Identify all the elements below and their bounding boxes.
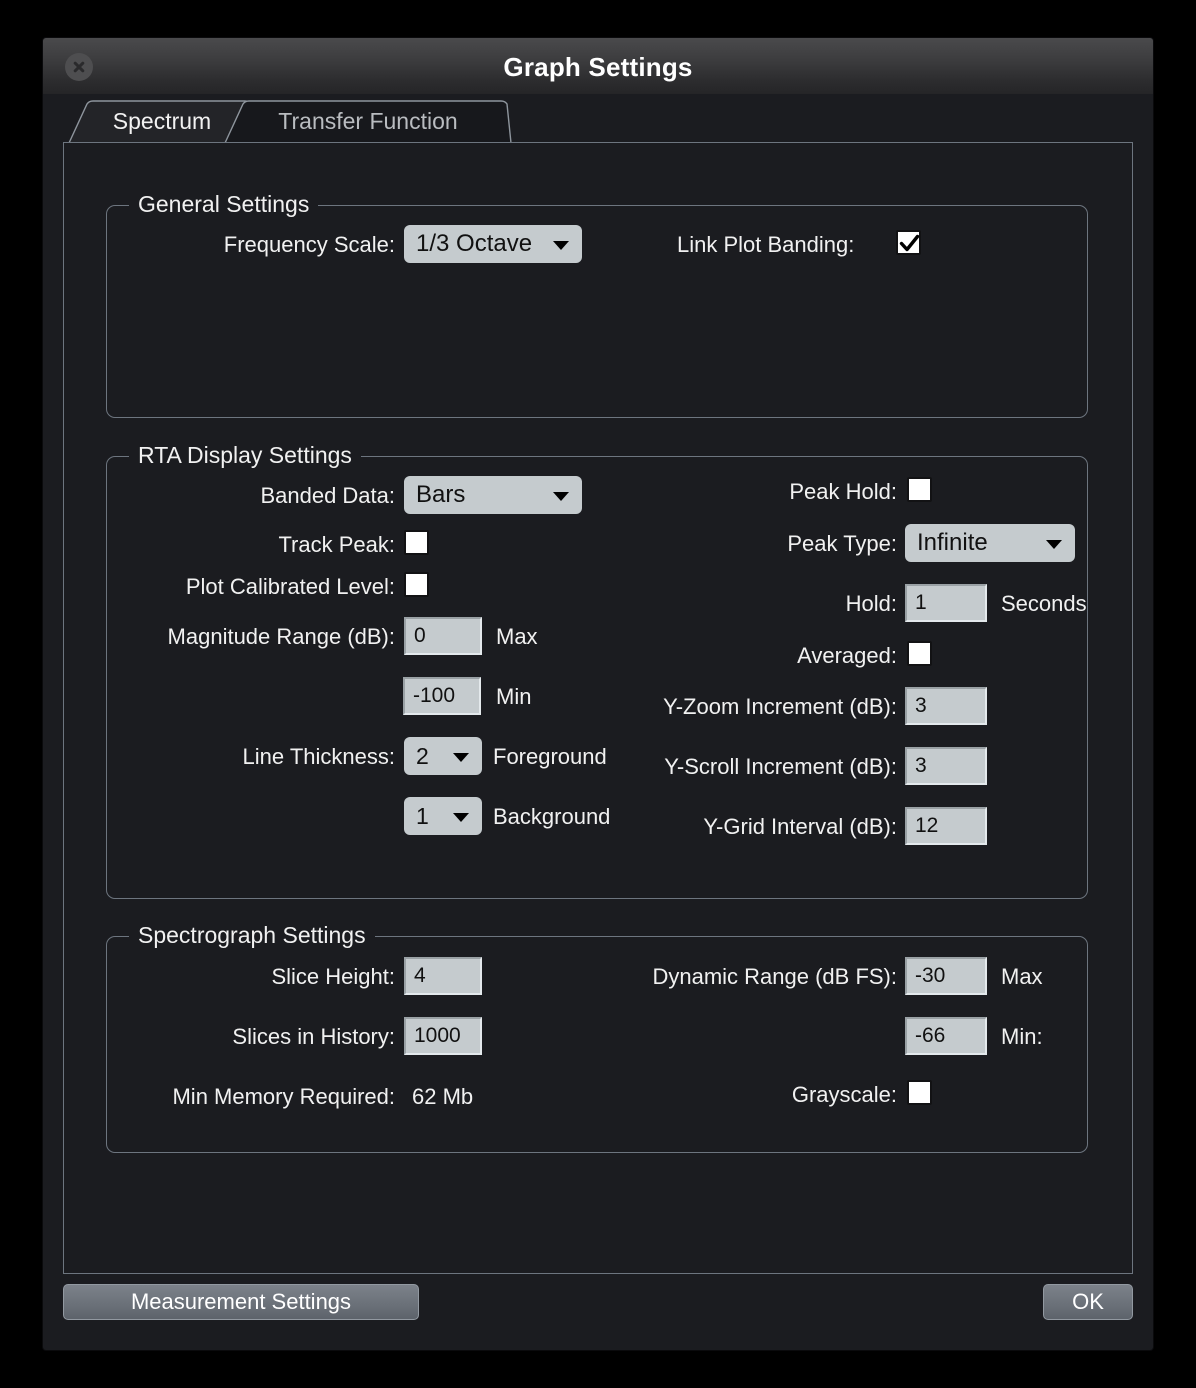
track-peak-checkbox[interactable] <box>404 530 429 555</box>
averaged-label: Averaged: <box>577 643 897 669</box>
plot-calibrated-level-label: Plot Calibrated Level: <box>137 574 395 600</box>
rta-display-settings-group: RTA Display Settings Banded Data: Bars T… <box>106 456 1088 899</box>
grayscale-checkbox[interactable] <box>907 1080 932 1105</box>
chevron-down-icon <box>553 492 569 501</box>
tab-transfer-function[interactable]: Transfer Function <box>223 100 513 144</box>
hold-units-label: Seconds <box>1001 591 1087 617</box>
y-grid-interval-input[interactable]: 12 <box>905 807 987 845</box>
y-grid-interval-value: 12 <box>915 814 938 838</box>
page-title: Graph Settings <box>43 52 1153 83</box>
averaged-checkbox[interactable] <box>907 641 932 666</box>
y-scroll-increment-value: 3 <box>915 754 927 778</box>
general-settings-legend: General Settings <box>129 191 318 218</box>
dynamic-range-max-label: Max <box>1001 964 1043 990</box>
rta-display-settings-legend: RTA Display Settings <box>129 442 361 469</box>
hold-input[interactable]: 1 <box>905 584 987 622</box>
slices-in-history-value: 1000 <box>414 1024 461 1048</box>
link-plot-banding-checkbox[interactable] <box>896 230 921 255</box>
ok-button[interactable]: OK <box>1043 1284 1133 1320</box>
peak-hold-checkbox[interactable] <box>907 477 932 502</box>
dynamic-range-min-value: -66 <box>915 1024 945 1048</box>
line-thickness-background-dropdown[interactable]: 1 <box>404 797 482 835</box>
measurement-settings-button[interactable]: Measurement Settings <box>63 1284 419 1320</box>
slices-in-history-input[interactable]: 1000 <box>404 1017 482 1055</box>
frequency-scale-label: Frequency Scale: <box>137 232 395 258</box>
plot-calibrated-level-checkbox[interactable] <box>404 572 429 597</box>
hold-label: Hold: <box>577 591 897 617</box>
line-thickness-label: Line Thickness: <box>137 744 395 770</box>
y-grid-interval-label: Y-Grid Interval (dB): <box>577 814 897 840</box>
dynamic-range-label: Dynamic Range (dB FS): <box>527 964 897 990</box>
ok-button-label: OK <box>1072 1289 1104 1315</box>
dynamic-range-max-value: -30 <box>915 964 945 988</box>
magnitude-range-label: Magnitude Range (dB): <box>127 624 395 650</box>
slice-height-value: 4 <box>414 964 426 988</box>
magnitude-range-max-input[interactable]: 0 <box>404 617 482 655</box>
graph-settings-dialog: Graph Settings Spectrum Transfer Functio… <box>43 38 1153 1350</box>
dynamic-range-min-label: Min: <box>1001 1024 1043 1050</box>
spectrograph-settings-legend: Spectrograph Settings <box>129 922 375 949</box>
line-thickness-foreground-value: 2 <box>416 743 429 770</box>
banded-data-label: Banded Data: <box>137 483 395 509</box>
title-bar: Graph Settings <box>43 38 1153 95</box>
line-thickness-foreground-dropdown[interactable]: 2 <box>404 737 482 775</box>
peak-hold-label: Peak Hold: <box>577 479 897 505</box>
line-thickness-background-value: 1 <box>416 803 429 830</box>
slices-in-history-label: Slices in History: <box>137 1024 395 1050</box>
dynamic-range-min-input[interactable]: -66 <box>905 1017 987 1055</box>
grayscale-label: Grayscale: <box>577 1082 897 1108</box>
tab-bar: Spectrum Transfer Function <box>43 94 1153 144</box>
peak-type-value: Infinite <box>917 529 988 557</box>
slice-height-label: Slice Height: <box>137 964 395 990</box>
frequency-scale-dropdown[interactable]: 1/3 Octave <box>404 225 582 263</box>
y-zoom-increment-value: 3 <box>915 694 927 718</box>
min-memory-required-value: 62 Mb <box>412 1084 473 1110</box>
general-settings-group: General Settings Frequency Scale: 1/3 Oc… <box>106 205 1088 418</box>
link-plot-banding-label: Link Plot Banding: <box>677 232 854 258</box>
magnitude-range-min-value: -100 <box>413 684 455 708</box>
dynamic-range-max-input[interactable]: -30 <box>905 957 987 995</box>
peak-type-label: Peak Type: <box>577 531 897 557</box>
banded-data-dropdown[interactable]: Bars <box>404 476 582 514</box>
chevron-down-icon <box>553 241 569 250</box>
slice-height-input[interactable]: 4 <box>404 957 482 995</box>
y-scroll-increment-label: Y-Scroll Increment (dB): <box>577 754 897 780</box>
banded-data-value: Bars <box>416 481 465 509</box>
spectrograph-settings-group: Spectrograph Settings Slice Height: 4 Sl… <box>106 936 1088 1153</box>
y-zoom-increment-label: Y-Zoom Increment (dB): <box>577 694 897 720</box>
magnitude-range-max-value: 0 <box>414 624 426 648</box>
y-zoom-increment-input[interactable]: 3 <box>905 687 987 725</box>
track-peak-label: Track Peak: <box>137 532 395 558</box>
measurement-settings-button-label: Measurement Settings <box>131 1289 351 1315</box>
tab-transfer-function-label: Transfer Function <box>278 108 457 137</box>
chevron-down-icon <box>453 813 469 822</box>
y-scroll-increment-input[interactable]: 3 <box>905 747 987 785</box>
peak-type-dropdown[interactable]: Infinite <box>905 524 1075 562</box>
hold-value: 1 <box>915 591 927 615</box>
magnitude-range-max-label: Max <box>496 624 538 650</box>
magnitude-range-min-input[interactable]: -100 <box>403 677 481 715</box>
tab-spectrum-label: Spectrum <box>113 108 211 137</box>
chevron-down-icon <box>1046 540 1062 549</box>
min-memory-required-label: Min Memory Required: <box>127 1084 395 1110</box>
chevron-down-icon <box>453 753 469 762</box>
tab-panel: General Settings Frequency Scale: 1/3 Oc… <box>63 142 1133 1274</box>
magnitude-range-min-label: Min <box>496 684 531 710</box>
frequency-scale-value: 1/3 Octave <box>416 230 532 258</box>
